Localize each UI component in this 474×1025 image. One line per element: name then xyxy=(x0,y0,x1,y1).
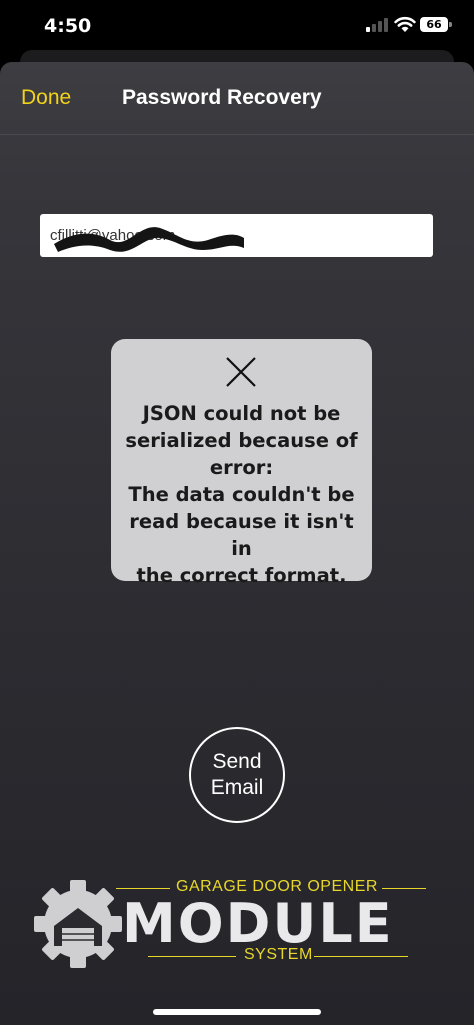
brand-rule xyxy=(314,956,408,957)
done-button[interactable]: Done xyxy=(21,86,71,110)
navigation-bar: Done Password Recovery xyxy=(0,62,474,135)
brand-tagline-bottom: SYSTEM xyxy=(244,946,313,963)
brand-rule xyxy=(116,888,170,889)
brand-rule xyxy=(382,888,426,889)
send-email-button[interactable]: Send Email xyxy=(189,727,285,823)
wifi-icon xyxy=(394,16,416,32)
gear-garage-icon xyxy=(34,880,122,968)
status-bar: 4:50 66 xyxy=(0,0,474,52)
battery-icon: 66 xyxy=(420,17,448,32)
brand-logo: GARAGE DOOR OPENER MODULE SYSTEM xyxy=(30,872,440,972)
error-message: JSON could not be serialized because of … xyxy=(125,402,358,587)
home-indicator[interactable] xyxy=(153,1009,321,1015)
page-title: Password Recovery xyxy=(122,86,322,109)
close-icon[interactable] xyxy=(224,355,258,389)
error-dialog: JSON could not be serialized because of … xyxy=(111,339,372,587)
status-time: 4:50 xyxy=(44,15,92,37)
brand-rule xyxy=(148,956,236,957)
battery-tip xyxy=(449,22,452,27)
cellular-signal-icon xyxy=(366,18,388,32)
email-field[interactable] xyxy=(40,214,433,257)
password-recovery-sheet: Done Password Recovery JSON could not be… xyxy=(0,62,474,1025)
